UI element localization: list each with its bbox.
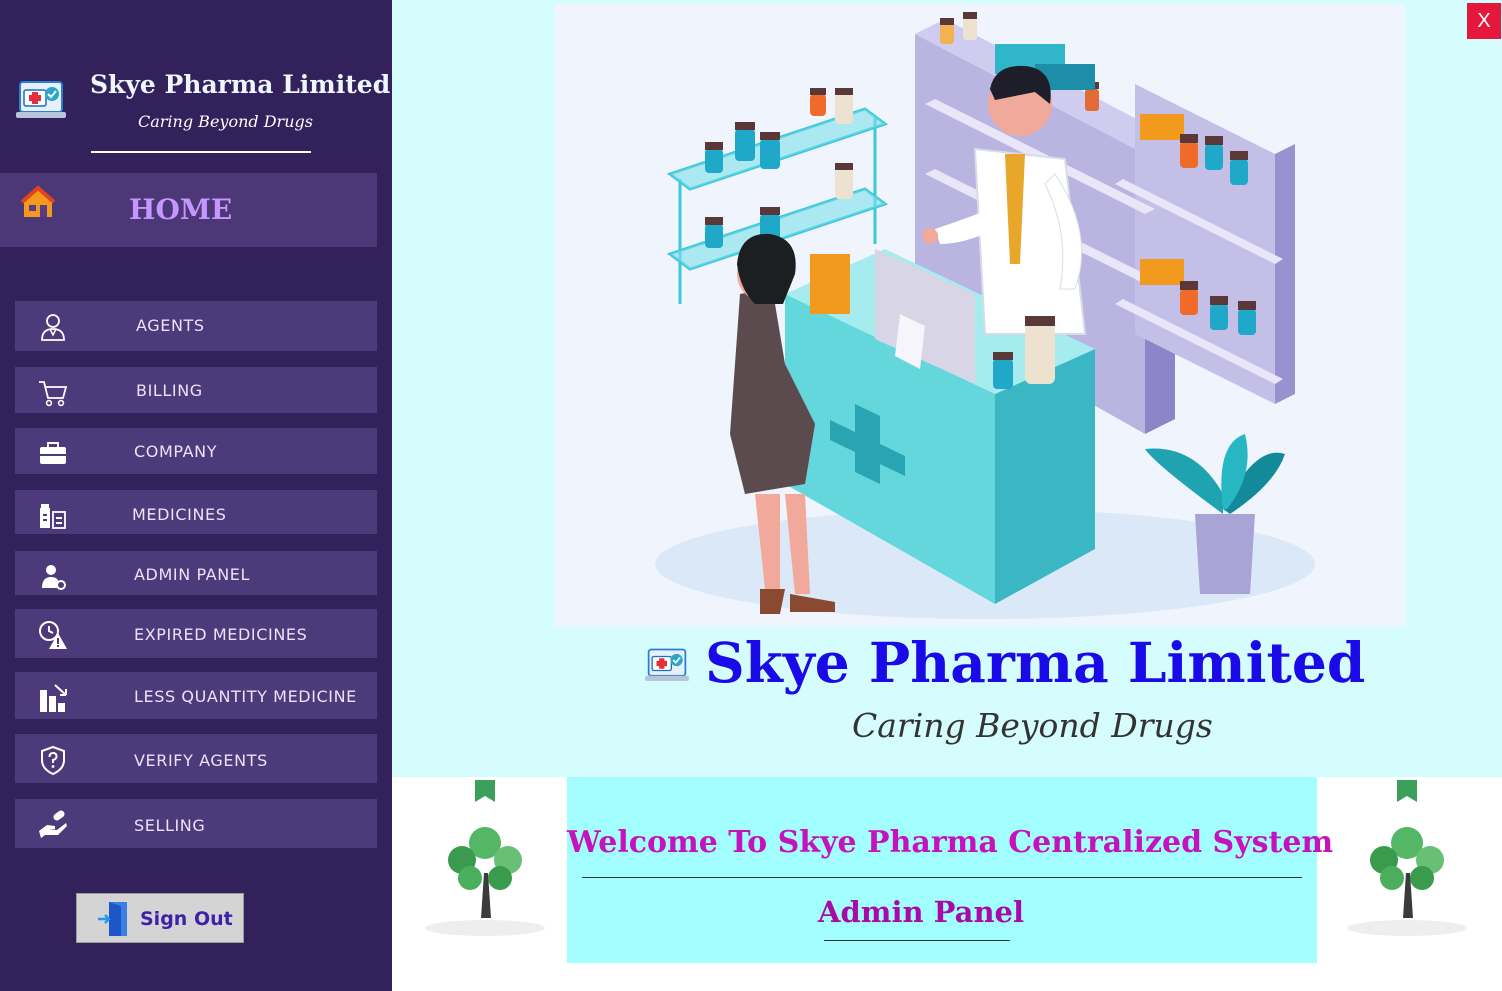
expired-warning-icon xyxy=(39,621,67,649)
sidebar-item-company[interactable]: COMPANY xyxy=(15,428,377,474)
admin-user-icon xyxy=(42,565,66,590)
welcome-divider xyxy=(582,877,1302,878)
pharmacy-illustration xyxy=(555,4,1405,627)
main-panel: X Skye Pharma Limited Caring Beyond Drug… xyxy=(392,0,1502,991)
sign-out-icon xyxy=(98,902,127,936)
sidebar-item-label: ADMIN PANEL xyxy=(134,565,251,584)
logo-divider xyxy=(91,151,311,153)
welcome-panel: Welcome To Skye Pharma Centralized Syste… xyxy=(567,777,1334,963)
subtitle-underline xyxy=(824,940,1010,941)
hand-pill-icon xyxy=(39,810,67,838)
bar-decrease-icon xyxy=(40,684,67,712)
medicine-bottles-icon xyxy=(40,504,66,529)
sign-out-button[interactable]: Sign Out xyxy=(76,893,244,943)
sidebar-item-label: BILLING xyxy=(136,381,203,400)
sidebar: Skye Pharma Limited Caring Beyond Drugs … xyxy=(0,0,392,991)
tree-icon xyxy=(1347,780,1467,936)
welcome-subtitle: Admin Panel xyxy=(817,895,1025,929)
agent-icon xyxy=(41,314,65,341)
shield-question-icon xyxy=(41,745,65,776)
hero-panel: X Skye Pharma Limited Caring Beyond Drug… xyxy=(392,0,1502,777)
sidebar-item-admin-panel[interactable]: ADMIN PANEL xyxy=(15,551,377,595)
sidebar-item-label: MEDICINES xyxy=(132,505,227,524)
sidebar-item-label: SELLING xyxy=(134,816,206,835)
close-button[interactable]: X xyxy=(1467,3,1501,39)
sidebar-item-selling[interactable]: SELLING xyxy=(15,799,377,848)
sidebar-item-agents[interactable]: AGENTS xyxy=(15,301,377,351)
sidebar-item-label: EXPIRED MEDICINES xyxy=(134,625,308,644)
sign-out-label: Sign Out xyxy=(140,908,233,930)
welcome-title: Welcome To Skye Pharma Centralized Syste… xyxy=(567,825,1334,860)
home-icon xyxy=(20,185,56,217)
sidebar-item-label: AGENTS xyxy=(136,316,205,335)
sidebar-item-label: COMPANY xyxy=(134,442,218,461)
sidebar-item-medicines[interactable]: MEDICINES xyxy=(15,490,377,534)
medical-laptop-icon xyxy=(16,81,66,118)
sidebar-item-label: VERIFY AGENTS xyxy=(134,751,268,770)
home-button[interactable]: HOME xyxy=(0,173,377,247)
sidebar-item-expired-medicines[interactable]: EXPIRED MEDICINES xyxy=(15,609,377,658)
app-name: Skye Pharma Limited xyxy=(90,70,391,99)
brand-name: Skye Pharma Limited xyxy=(705,630,1366,695)
tree-icon xyxy=(425,780,545,936)
home-label: HOME xyxy=(129,193,233,226)
cart-icon xyxy=(39,381,68,407)
sidebar-item-verify-agents[interactable]: VERIFY AGENTS xyxy=(15,734,377,783)
briefcase-icon xyxy=(40,442,66,464)
app-tagline: Caring Beyond Drugs xyxy=(138,112,313,131)
sidebar-item-label: LESS QUANTITY MEDICINE xyxy=(134,687,357,706)
medical-laptop-icon xyxy=(645,648,689,681)
brand-tagline: Caring Beyond Drugs xyxy=(852,706,1213,745)
sidebar-item-billing[interactable]: BILLING xyxy=(15,367,377,413)
sidebar-item-less-quantity-medicine[interactable]: LESS QUANTITY MEDICINE xyxy=(15,672,377,719)
